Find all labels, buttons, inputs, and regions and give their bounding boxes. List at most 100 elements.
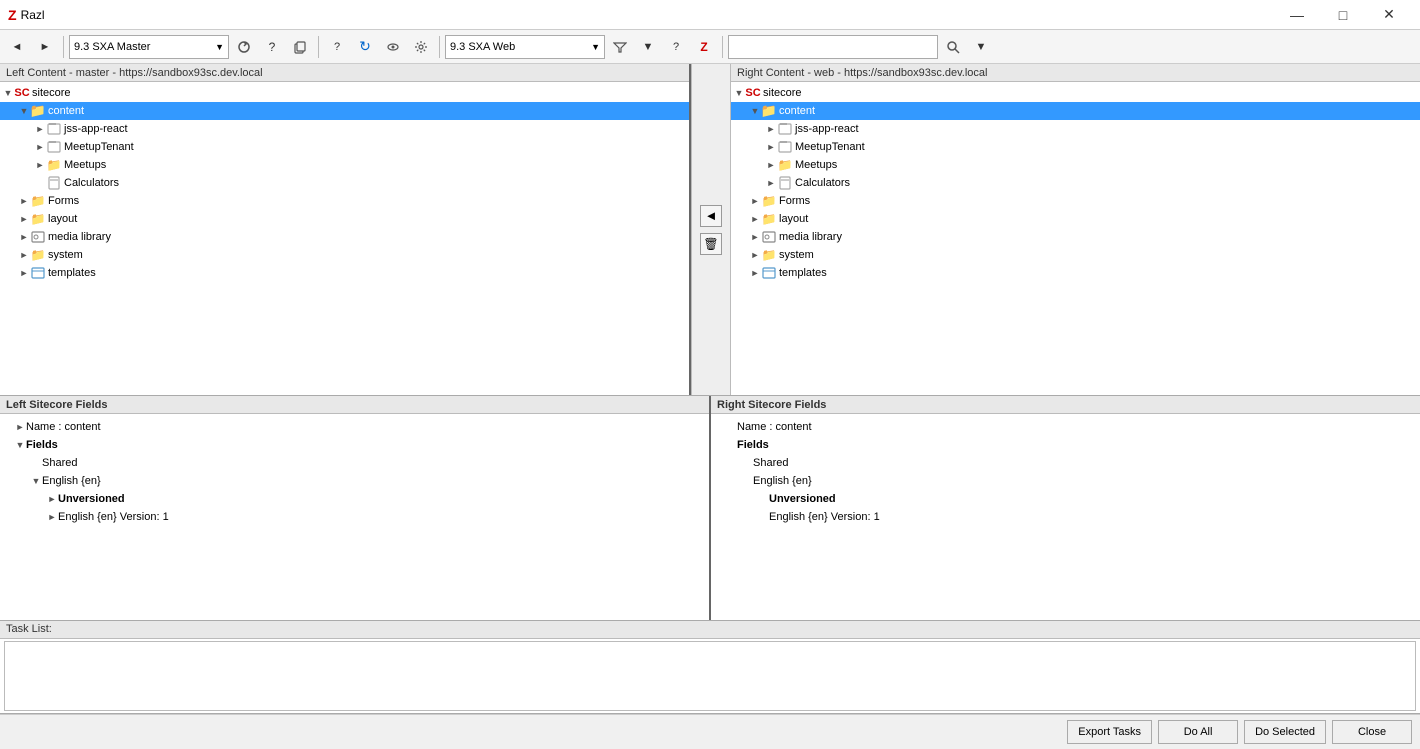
tree-item-calculators-r[interactable]: ► Calculators: [731, 174, 1420, 192]
tree-item-meetups-l[interactable]: ► 📁 Meetups: [0, 156, 689, 174]
export-tasks-button[interactable]: Export Tasks: [1067, 720, 1152, 744]
tree-item-forms-r[interactable]: ► 📁 Forms: [731, 192, 1420, 210]
tree-toggle[interactable]: ►: [34, 159, 46, 171]
tree-item-jss-app-l[interactable]: ► jss-app-react: [0, 120, 689, 138]
copy-left-arrow[interactable]: ◄: [700, 205, 722, 227]
tree-toggle[interactable]: ►: [765, 177, 777, 189]
tree-label: media library: [48, 231, 111, 243]
forward-button[interactable]: ►: [32, 34, 58, 60]
right-connection-dropdown[interactable]: 9.3 SXA Web ▼: [445, 35, 605, 59]
tree-toggle[interactable]: ►: [749, 267, 761, 279]
search-button[interactable]: [940, 34, 966, 60]
tree-toggle[interactable]: ►: [765, 123, 777, 135]
filter-dropdown-button[interactable]: ▼: [635, 34, 661, 60]
tree-toggle[interactable]: ▼: [18, 105, 30, 117]
field-toggle[interactable]: ►: [14, 422, 26, 432]
tree-toggle[interactable]: ►: [765, 159, 777, 171]
tree-item-meetuptenant-l[interactable]: ► MeetupTenant: [0, 138, 689, 156]
tree-toggle[interactable]: [34, 177, 46, 189]
maximize-button[interactable]: □: [1320, 0, 1366, 30]
tree-item-calculators-l[interactable]: Calculators: [0, 174, 689, 192]
tree-icon-folder-blue: 📁: [30, 211, 46, 227]
separator-4: [722, 36, 723, 58]
tree-item-sitecore-r[interactable]: ▼ SC sitecore: [731, 84, 1420, 102]
field-toggle[interactable]: ►: [46, 512, 58, 522]
left-fields-panel: Left Sitecore Fields ► Name : content ▼ …: [0, 396, 711, 620]
tree-toggle[interactable]: ►: [749, 249, 761, 261]
tree-item-content-r[interactable]: ▼ 📁 content: [731, 102, 1420, 120]
eye-button[interactable]: [380, 34, 406, 60]
delete-button[interactable]: 🗑: [700, 233, 722, 255]
tree-toggle[interactable]: ►: [18, 231, 30, 243]
tree-item-jss-app-r[interactable]: ► jss-app-react: [731, 120, 1420, 138]
close-button[interactable]: Close: [1332, 720, 1412, 744]
right-panel-content[interactable]: ▼ SC sitecore ▼ 📁 content ► jss-app-reac…: [731, 82, 1420, 395]
tree-icon-calc: [46, 175, 62, 191]
do-selected-button[interactable]: Do Selected: [1244, 720, 1326, 744]
field-row-fields-l: ▼ Fields: [8, 436, 701, 454]
tree-toggle[interactable]: ▼: [733, 87, 745, 99]
tree-icon-template: [30, 265, 46, 281]
tree-toggle[interactable]: ►: [18, 213, 30, 225]
title-bar: Z Razl — □ ✕: [0, 0, 1420, 30]
copy-left-button[interactable]: [287, 34, 313, 60]
refresh-button[interactable]: ↻: [352, 34, 378, 60]
field-row-english-r: English {en}: [719, 472, 1412, 490]
tree-item-system-l[interactable]: ► 📁 system: [0, 246, 689, 264]
tree-toggle[interactable]: ►: [18, 249, 30, 261]
left-fields-header: Left Sitecore Fields: [0, 396, 709, 414]
help-right-button[interactable]: ?: [663, 34, 689, 60]
left-connection-dropdown[interactable]: 9.3 SXA Master ▼: [69, 35, 229, 59]
task-list-content[interactable]: [4, 641, 1416, 711]
tree-item-sitecore-l[interactable]: ▼ SC sitecore: [0, 84, 689, 102]
field-row-shared-r: Shared: [719, 454, 1412, 472]
help-left-button[interactable]: ?: [259, 34, 285, 60]
tree-item-system-r[interactable]: ► 📁 system: [731, 246, 1420, 264]
tree-toggle[interactable]: ►: [749, 213, 761, 225]
search-box[interactable]: [728, 35, 938, 59]
close-button[interactable]: ✕: [1366, 0, 1412, 30]
tree-item-templates-r[interactable]: ► templates: [731, 264, 1420, 282]
tree-toggle[interactable]: ▼: [2, 87, 14, 99]
tree-toggle[interactable]: ►: [18, 267, 30, 279]
tree-item-content-l[interactable]: ▼ 📁 content: [0, 102, 689, 120]
tree-label: Meetups: [64, 159, 106, 171]
tree-item-media-r[interactable]: ► media library: [731, 228, 1420, 246]
tree-item-media-l[interactable]: ► media library: [0, 228, 689, 246]
minimize-button[interactable]: —: [1274, 0, 1320, 30]
tree-item-layout-r[interactable]: ► 📁 layout: [731, 210, 1420, 228]
tree-toggle[interactable]: ►: [34, 141, 46, 153]
tree-label: templates: [779, 267, 827, 279]
do-all-button[interactable]: Do All: [1158, 720, 1238, 744]
tree-item-templates-l[interactable]: ► templates: [0, 264, 689, 282]
search-input[interactable]: [733, 41, 933, 53]
field-row-unversioned-r: Unversioned: [719, 490, 1412, 508]
field-toggle[interactable]: ▼: [14, 440, 26, 450]
refresh-left-button[interactable]: [231, 34, 257, 60]
tree-toggle[interactable]: ►: [749, 195, 761, 207]
tree-icon-folder-orange: 📁: [777, 157, 793, 173]
tree-item-meetuptenant-r[interactable]: ► MeetupTenant: [731, 138, 1420, 156]
tree-toggle[interactable]: ►: [765, 141, 777, 153]
left-panel-content[interactable]: ▼ SC sitecore ▼ 📁 content ► jss-app-reac…: [0, 82, 689, 395]
search-options-button[interactable]: ▼: [968, 34, 994, 60]
field-row-shared-l: Shared: [8, 454, 701, 472]
tree-item-forms-l[interactable]: ► 📁 Forms: [0, 192, 689, 210]
field-row-englishv-l: ► English {en} Version: 1: [8, 508, 701, 526]
back-button[interactable]: ◄: [4, 34, 30, 60]
field-toggle[interactable]: ►: [46, 494, 58, 504]
field-row-name-l: ► Name : content: [8, 418, 701, 436]
tree-toggle[interactable]: ►: [18, 195, 30, 207]
razl-logo-button[interactable]: Z: [691, 34, 717, 60]
tree-toggle[interactable]: ►: [34, 123, 46, 135]
settings-button[interactable]: [408, 34, 434, 60]
tree-item-meetups-r[interactable]: ► 📁 Meetups: [731, 156, 1420, 174]
help-button[interactable]: ?: [324, 34, 350, 60]
tree-toggle[interactable]: ▼: [749, 105, 761, 117]
field-toggle[interactable]: ▼: [30, 476, 42, 486]
tree-toggle[interactable]: ►: [749, 231, 761, 243]
tree-icon-folder-blue: 📁: [761, 211, 777, 227]
toolbar: ◄ ► 9.3 SXA Master ▼ ? ? ↻ 9.3 SXA Web ▼…: [0, 30, 1420, 64]
tree-item-layout-l[interactable]: ► 📁 layout: [0, 210, 689, 228]
filter-button[interactable]: [607, 34, 633, 60]
